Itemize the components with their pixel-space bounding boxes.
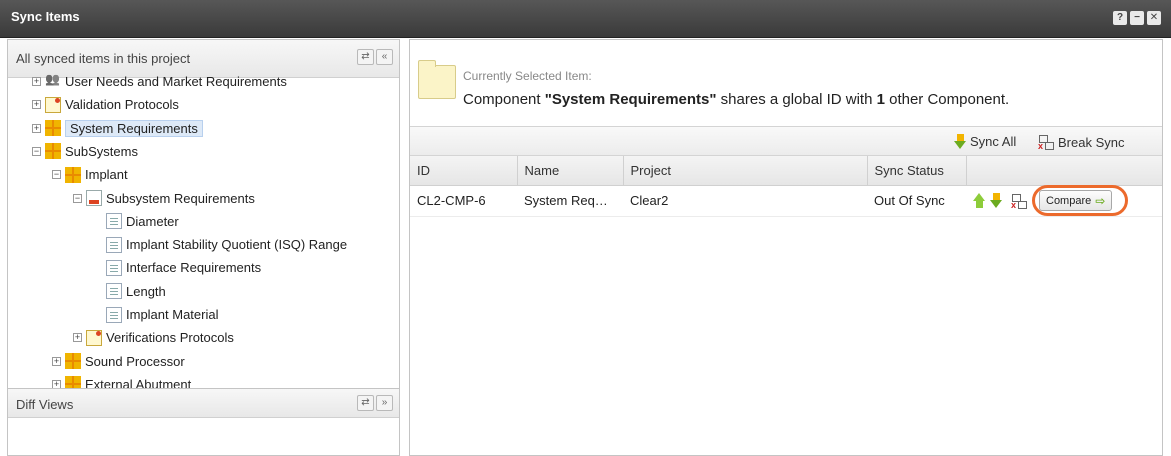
expand-icon[interactable]: + [32,123,41,133]
tree-item[interactable]: Implant Stability Quotient (ISQ) Range [106,233,347,256]
cell-sync-status: Out Of Sync [867,185,966,217]
tree-item[interactable]: Diameter [106,210,179,233]
tree-item[interactable]: − SubSystems [32,140,138,163]
sync-items-table: ID Name Project Sync Status CL2-CMP-6 Sy… [410,156,1162,217]
collapse-icon[interactable]: − [52,170,61,180]
tree-item[interactable]: + Verifications Protocols [73,326,234,349]
pull-down-arrow-icon[interactable] [990,193,1003,208]
break-sync-icon[interactable]: x [1010,193,1028,210]
sync-toolbar: Sync All x Break Sync [410,126,1162,156]
break-sync-icon: x [1037,134,1055,151]
synced-items-tree: + User Needs and Market Requirements + Vali… [8,72,399,417]
component-icon [65,353,81,370]
document-icon [106,259,122,276]
column-header-sync-status[interactable]: Sync Status [867,156,967,186]
document-icon [106,213,122,230]
tree-item-label: Subsystem Requirements [106,190,255,206]
requirements-doc-icon [86,190,102,206]
component-icon [45,143,61,160]
tree-item[interactable]: Interface Requirements [106,256,261,279]
push-up-arrow-icon[interactable] [973,193,986,208]
expand-icon[interactable]: + [32,77,41,86]
tree-item[interactable]: − Implant [52,163,128,186]
cell-project: Clear2 [623,185,867,217]
document-icon [106,283,122,300]
window-titlebar: Sync Items ? − ✕ [0,0,1171,38]
tree-item-label: SubSystems [65,143,138,159]
break-sync-button[interactable]: x Break Sync [1037,134,1124,152]
diff-views-title: Diff Views [16,397,74,412]
collapse-icon[interactable]: − [32,146,41,156]
tree-item[interactable]: + Sound Processor [52,350,185,373]
tree-item-label: Implant Material [126,307,219,322]
tree-item[interactable]: − Subsystem Requirements [73,187,255,210]
table-row[interactable]: CL2-CMP-6 System Req… Clear2 Out Of Sync… [410,185,1162,217]
tree-item-label: Diameter [126,213,179,229]
window-controls: ? − ✕ [1113,11,1161,25]
tree-item[interactable]: Length [106,280,166,303]
shared-id-message: Component "System Requirements" shares a… [463,91,1010,108]
collapse-icon[interactable]: − [73,193,82,203]
cell-id: CL2-CMP-6 [410,185,517,217]
cell-name: System Req… [517,185,623,217]
tree-item-label: Implant Stability Quotient (ISQ) Range [126,237,348,253]
users-icon [45,74,61,90]
tree-item-label: Interface Requirements [126,260,262,276]
folder-icon [418,60,456,99]
table-header-row: ID Name Project Sync Status [410,156,1162,186]
tree-item[interactable]: Implant Material [106,303,218,326]
expand-icon[interactable]: + [32,100,41,110]
tree-item-label: User Needs and Market Requirements [65,74,287,89]
column-header-actions [966,156,1162,186]
tree-item[interactable]: + System Requirements [32,117,203,140]
collapse-left-icon[interactable]: « [376,49,393,65]
expand-icon[interactable]: + [73,333,82,343]
synced-items-panel: All synced items in this project ⇄ « + Us… [7,39,400,456]
document-icon [106,306,122,323]
tree-item-label: Validation Protocols [65,97,179,113]
tree-item-label: Implant [85,167,128,183]
tree-item-label: Sound Processor [85,353,185,369]
window-title: Sync Items [11,9,80,24]
tree-item-label: System Requirements [65,119,203,137]
document-icon [106,236,122,253]
sync-all-button[interactable]: Sync All [954,134,1016,149]
minimize-button[interactable]: − [1130,11,1144,25]
currently-selected-label: Currently Selected Item: [463,69,592,83]
expand-down-icon[interactable]: » [376,395,393,411]
tree-item[interactable]: + User Needs and Market Requirements [32,72,287,93]
validation-icon [45,96,61,113]
diff-views-header: Diff Views ⇄ » [8,388,399,418]
component-icon [65,166,81,183]
column-header-project[interactable]: Project [623,156,868,186]
refresh-icon[interactable]: ⇄ [357,49,374,65]
component-icon [45,120,61,137]
close-button[interactable]: ✕ [1147,11,1161,25]
tree-item-label: Verifications Protocols [106,330,234,346]
sync-detail-panel: Currently Selected Item: Component "Syst… [409,39,1163,456]
expand-icon[interactable]: + [52,356,61,366]
highlight-ring [1032,185,1128,216]
synced-items-title: All synced items in this project [16,51,191,66]
selected-item-info: Currently Selected Item: Component "Syst… [410,40,1162,119]
help-button[interactable]: ? [1113,11,1127,25]
tree-item-label: Length [126,283,166,299]
column-header-name[interactable]: Name [517,156,624,186]
sync-down-arrow-icon [954,134,967,149]
validation-icon [86,329,102,346]
cell-actions: x Compare ⇨ [966,185,1162,217]
column-header-id[interactable]: ID [410,156,518,186]
refresh-icon[interactable]: ⇄ [357,395,374,411]
tree-item[interactable]: + Validation Protocols [32,93,179,116]
compare-button[interactable]: Compare ⇨ [1032,185,1128,216]
